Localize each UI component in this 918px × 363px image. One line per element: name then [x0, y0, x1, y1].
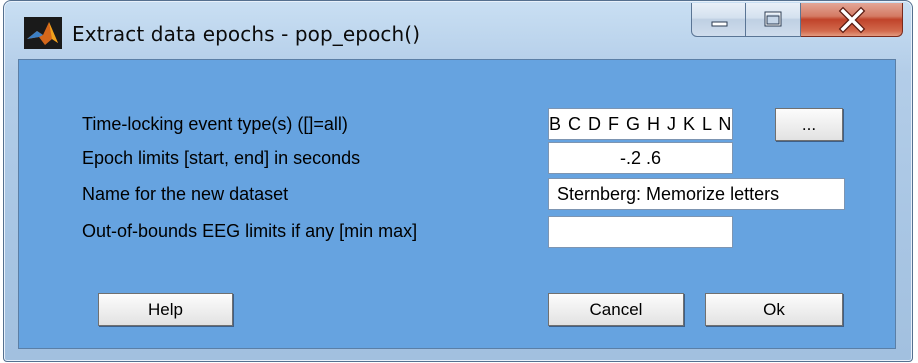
dataset-name-label: Name for the new dataset: [82, 184, 289, 204]
minimize-icon: [711, 21, 728, 27]
event-type-input[interactable]: B C D F G H J K L N: [548, 108, 733, 140]
eeg-limits-label: Out-of-bounds EEG limits if any [min max…: [82, 221, 418, 241]
maximize-button[interactable]: [746, 3, 801, 37]
window-title: Extract data epochs - pop_epoch(): [72, 22, 421, 46]
title-bar[interactable]: Extract data epochs - pop_epoch(): [4, 1, 912, 59]
matlab-icon: [24, 17, 62, 49]
dialog-body: Time-locking event type(s) ([]=all) B C …: [18, 59, 896, 349]
epoch-limits-label: Epoch limits [start, end] in seconds: [82, 148, 361, 168]
dataset-name-input[interactable]: Sternberg: Memorize letters: [548, 178, 845, 210]
close-icon: [838, 6, 866, 34]
dialog-window: Extract data epochs - pop_epoch() Time-l…: [3, 0, 913, 362]
minimize-button[interactable]: [691, 3, 746, 37]
close-button[interactable]: [801, 3, 903, 37]
ok-button[interactable]: Ok: [705, 293, 843, 326]
caption-buttons: [691, 3, 906, 37]
cancel-button[interactable]: Cancel: [548, 293, 684, 326]
maximize-icon: [764, 11, 782, 27]
browse-events-button[interactable]: ...: [775, 108, 843, 141]
help-button[interactable]: Help: [98, 293, 233, 326]
event-type-label: Time-locking event type(s) ([]=all): [82, 114, 348, 134]
eeg-limits-input[interactable]: [548, 216, 733, 248]
epoch-limits-input[interactable]: -.2 .6: [548, 142, 733, 174]
